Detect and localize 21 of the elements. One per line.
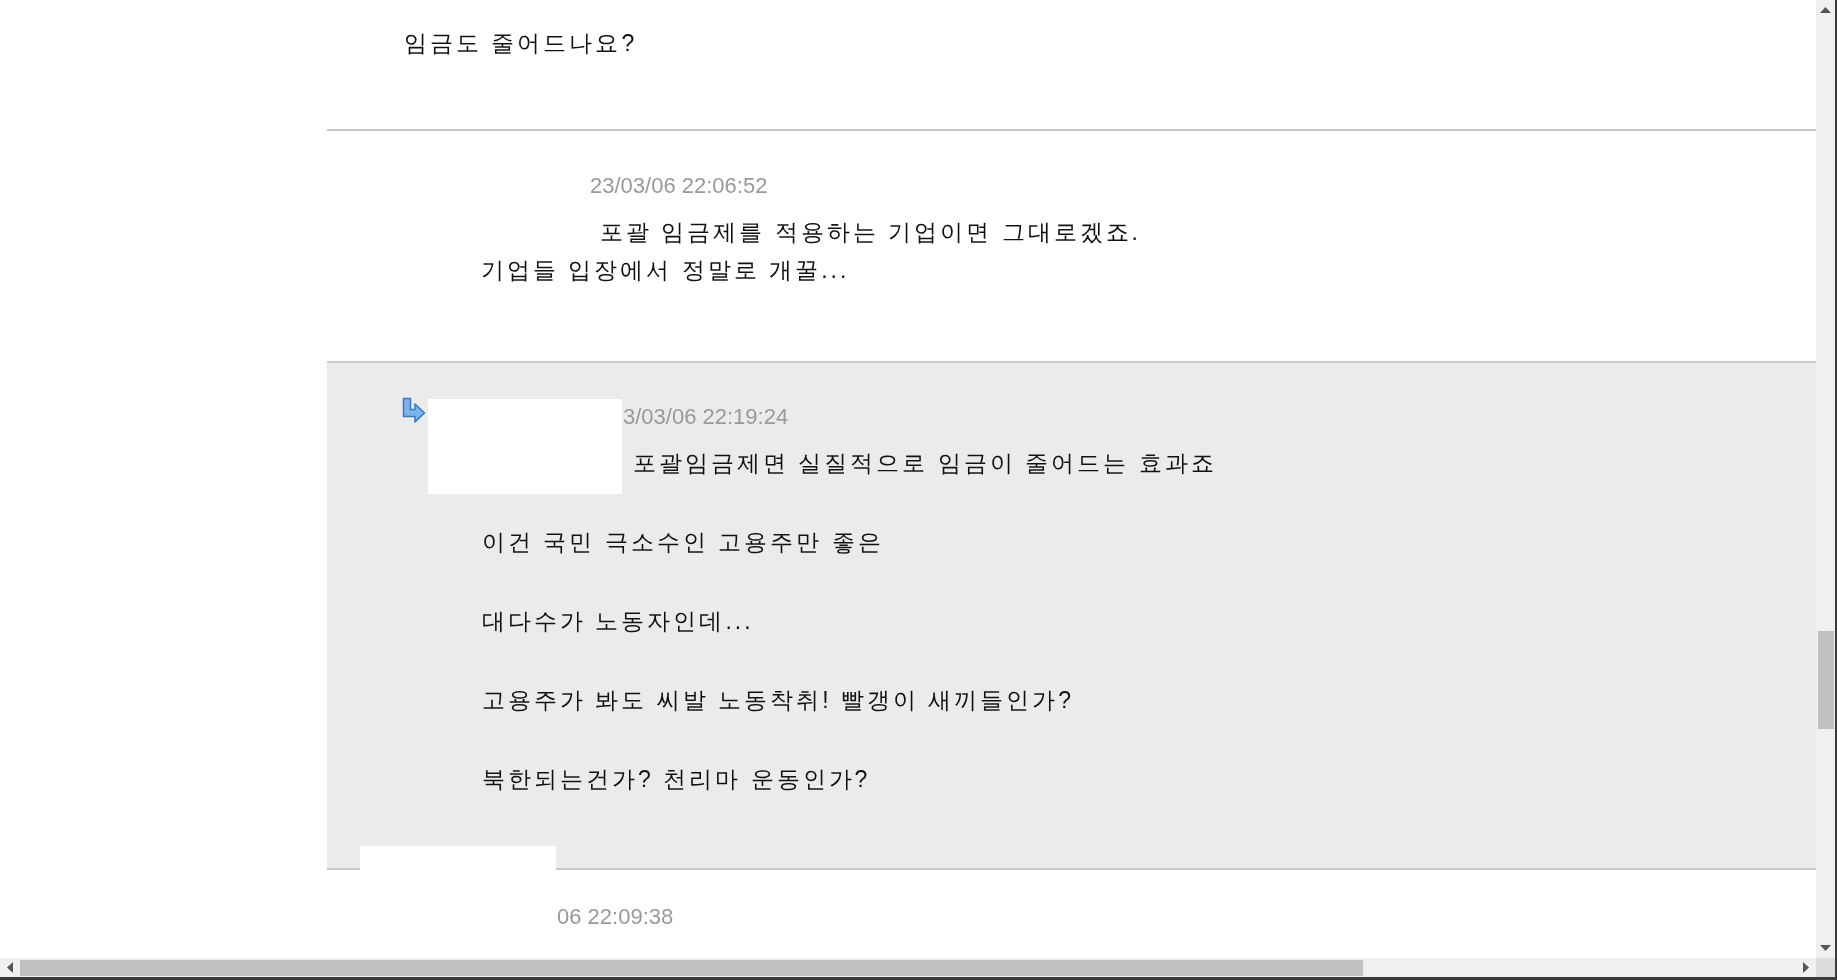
horizontal-scrollbar[interactable] — [0, 958, 1816, 977]
comment-text: 기업들 입장에서 정말로 개꿀... — [481, 256, 850, 285]
comment-text: 고용주가 봐도 씨발 노동착취! 빨갱이 새끼들인가? — [482, 686, 1075, 715]
scroll-up-icon[interactable] — [1820, 7, 1831, 13]
scroll-down-icon[interactable] — [1820, 945, 1831, 951]
vertical-scrollbar[interactable] — [1816, 0, 1835, 958]
comment-text: 대다수가 노동자인데... — [482, 607, 754, 636]
comment-text: 북한되는건가? 천리마 운동인가? — [482, 765, 871, 794]
comment-text: 포괄 임금제를 적용하는 기업이면 그대로겠죠. — [600, 218, 1141, 247]
reply-arrow-icon — [402, 397, 426, 423]
comment-date: 3/03/06 22:19:24 — [623, 403, 789, 431]
scrollbar-corner — [1816, 958, 1835, 977]
comment-text: 포괄임금제면 실질적으로 임금이 줄어드는 효과죠 — [633, 449, 1217, 478]
scroll-right-icon[interactable] — [1803, 962, 1809, 973]
scrollbar-thumb[interactable] — [20, 959, 1363, 976]
comment-date: 06 22:09:38 — [557, 903, 674, 931]
comment-text: 임금도 줄어드나요? — [404, 29, 638, 58]
scroll-left-icon[interactable] — [7, 962, 13, 973]
comment-text: 이건 국민 극소수인 고용주만 좋은 — [482, 528, 884, 557]
comment-date: 23/03/06 22:06:52 — [590, 172, 768, 200]
scrollbar-thumb[interactable] — [1817, 631, 1834, 729]
